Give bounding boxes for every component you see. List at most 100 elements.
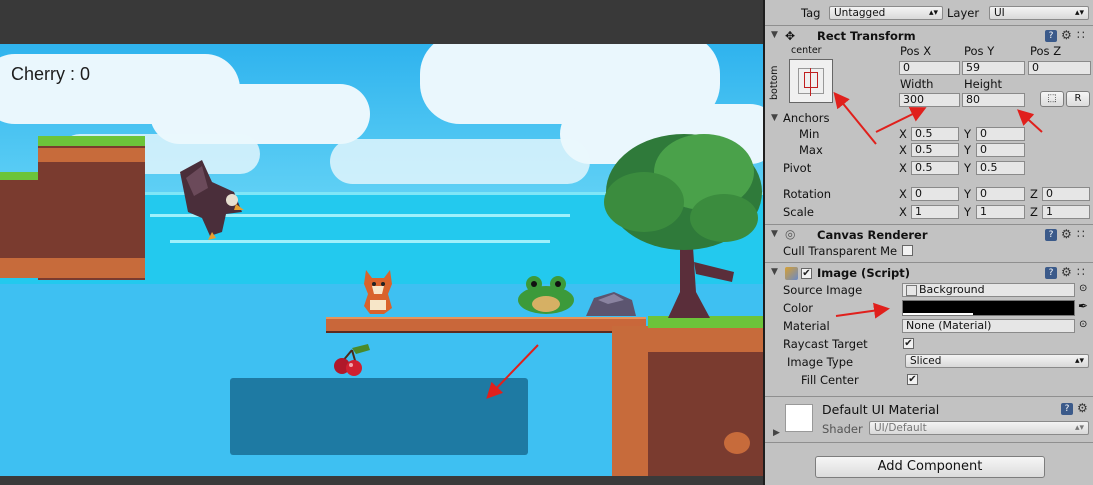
- rotation-x-field[interactable]: 0: [911, 187, 959, 201]
- add-component-button[interactable]: Add Component: [815, 456, 1045, 478]
- inspector-panel: Tag Untagged ▴▾ Layer UI ▴▾ ▼ ✥ Rect Trans…: [763, 0, 1093, 485]
- z-label: Z: [1030, 205, 1038, 219]
- gear-icon[interactable]: ⚙: [1061, 227, 1072, 241]
- color-field[interactable]: [902, 300, 1075, 316]
- rotation-label: Rotation: [783, 187, 832, 201]
- rotation-z-field[interactable]: 0: [1042, 187, 1090, 201]
- object-picker-icon[interactable]: ⊙: [1079, 283, 1087, 294]
- pivot-y-field[interactable]: 0.5: [976, 161, 1025, 175]
- divider: [765, 396, 1093, 397]
- game-view-footer: [0, 476, 763, 485]
- gear-icon[interactable]: ⚙: [1077, 401, 1088, 415]
- fill-center-label: Fill Center: [801, 373, 859, 387]
- cloud: [330, 139, 590, 184]
- raw-edit-button[interactable]: R: [1066, 91, 1090, 107]
- cliff-edge: [612, 326, 648, 476]
- foldout-arrow-icon[interactable]: ▼: [771, 229, 778, 239]
- width-field[interactable]: 300: [899, 93, 960, 107]
- rect-transform-icon: ✥: [785, 29, 796, 43]
- x-label: X: [899, 205, 907, 219]
- gear-icon[interactable]: ⚙: [1061, 28, 1072, 42]
- canvas-renderer-icon: ◎: [785, 227, 796, 241]
- scale-x-field[interactable]: 1: [911, 205, 959, 219]
- height-label: Height: [964, 77, 1003, 91]
- more-icon[interactable]: ∷: [1077, 28, 1085, 42]
- cherry-counter-text: Cherry : 0: [11, 64, 91, 84]
- help-icon[interactable]: ?: [1061, 403, 1073, 415]
- anchor-max-y-field[interactable]: 0: [976, 143, 1025, 157]
- help-icon[interactable]: ?: [1045, 229, 1057, 241]
- scale-y-field[interactable]: 1: [976, 205, 1025, 219]
- object-picker-icon[interactable]: ⊙: [1079, 319, 1087, 330]
- source-image-field[interactable]: Background: [902, 283, 1075, 297]
- anchor-presets-button[interactable]: [789, 59, 833, 103]
- scale-z-field[interactable]: 1: [1042, 205, 1090, 219]
- rect-transform-title: Rect Transform: [817, 29, 916, 43]
- pos-y-label: Pos Y: [964, 44, 995, 58]
- game-scene: Cherry : 0: [0, 44, 763, 476]
- y-label: Y: [964, 127, 972, 141]
- shader-dropdown[interactable]: UI/Default ▴▾: [869, 421, 1089, 435]
- anchor-max-x-field[interactable]: 0.5: [911, 143, 959, 157]
- cull-transparent-checkbox[interactable]: [902, 245, 913, 256]
- scale-label: Scale: [783, 205, 814, 219]
- image-enabled-checkbox[interactable]: ✔: [801, 268, 812, 279]
- rect-transform-header[interactable]: ▼ ✥ Rect Transform ? ⚙ ∷: [765, 27, 1093, 45]
- source-image-value: Background: [919, 283, 985, 296]
- tag-dropdown[interactable]: Untagged ▴▾: [829, 6, 943, 20]
- foldout-arrow-icon[interactable]: ▶: [773, 428, 780, 438]
- layer-dropdown[interactable]: UI ▴▾: [989, 6, 1089, 20]
- pivot-label: Pivot: [783, 161, 812, 175]
- image-component-header[interactable]: ▼ ✔ Image (Script) ? ⚙ ∷: [765, 264, 1093, 282]
- anchor-preset-line: [810, 68, 811, 96]
- anchor-min-y-field[interactable]: 0: [976, 127, 1025, 141]
- pos-z-field[interactable]: 0: [1028, 61, 1091, 75]
- help-icon[interactable]: ?: [1045, 30, 1057, 42]
- help-icon[interactable]: ?: [1045, 267, 1057, 279]
- canvas-renderer-header[interactable]: ▼ ◎ Canvas Renderer ? ⚙ ∷: [765, 226, 1093, 244]
- pos-z-label: Pos Z: [1030, 44, 1062, 58]
- anchor-min-x-field[interactable]: 0.5: [911, 127, 959, 141]
- material-label: Material: [783, 319, 830, 333]
- fill-center-checkbox[interactable]: ✔: [907, 374, 918, 385]
- x-label: X: [899, 161, 907, 175]
- cliff-edge: [38, 148, 145, 162]
- material-preview-swatch: [785, 404, 813, 432]
- layer-value: UI: [994, 7, 1005, 19]
- cherry-pickup: [334, 344, 370, 376]
- image-type-dropdown[interactable]: Sliced ▴▾: [905, 354, 1089, 368]
- pivot-x-field[interactable]: 0.5: [911, 161, 959, 175]
- foldout-arrow-icon[interactable]: ▼: [771, 30, 778, 40]
- anchors-foldout-icon[interactable]: ▼: [771, 113, 778, 123]
- y-label: Y: [964, 205, 972, 219]
- cliff-edge: [648, 328, 763, 352]
- image-type-label: Image Type: [787, 355, 854, 369]
- tag-value: Untagged: [834, 7, 886, 19]
- grass: [38, 136, 145, 146]
- material-field[interactable]: None (Material): [902, 319, 1075, 333]
- divider: [765, 262, 1093, 263]
- raycast-target-checkbox[interactable]: ✔: [903, 338, 914, 349]
- anchor-vertical-label: bottom: [769, 65, 780, 100]
- eyedropper-icon[interactable]: ✒: [1078, 299, 1088, 313]
- pos-x-field[interactable]: 0: [899, 61, 960, 75]
- blueprint-mode-button[interactable]: ⬚: [1040, 91, 1064, 107]
- ui-background-panel: [230, 378, 528, 455]
- game-view: Cherry : 0: [0, 0, 763, 485]
- rotation-y-field[interactable]: 0: [976, 187, 1025, 201]
- more-icon[interactable]: ∷: [1077, 227, 1085, 241]
- more-icon[interactable]: ∷: [1077, 265, 1085, 279]
- cull-transparent-label: Cull Transparent Me: [783, 244, 898, 258]
- grass: [0, 172, 40, 180]
- shader-label: Shader: [822, 422, 863, 436]
- fox-player: [364, 270, 392, 314]
- alpha-bar: [903, 313, 973, 315]
- source-image-label: Source Image: [783, 283, 863, 297]
- color-label: Color: [783, 301, 814, 315]
- height-field[interactable]: 80: [962, 93, 1025, 107]
- max-label: Max: [799, 143, 823, 157]
- foldout-arrow-icon[interactable]: ▼: [771, 267, 778, 277]
- pos-y-field[interactable]: 59: [962, 61, 1025, 75]
- x-label: X: [899, 127, 907, 141]
- gear-icon[interactable]: ⚙: [1061, 265, 1072, 279]
